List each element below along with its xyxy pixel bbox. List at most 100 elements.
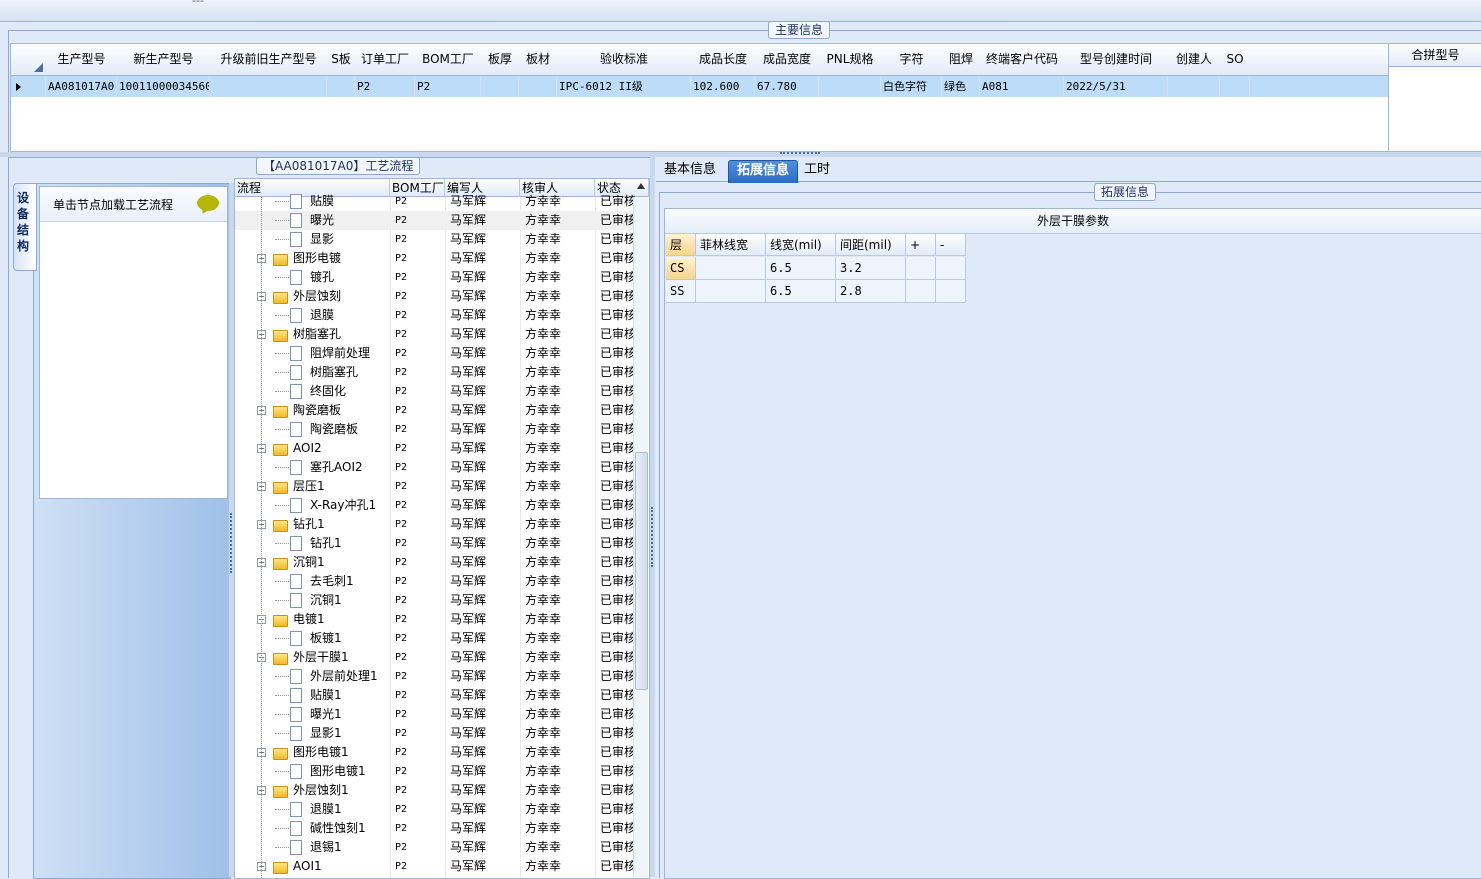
main-info-cell[interactable] bbox=[327, 76, 355, 97]
param-cell[interactable] bbox=[906, 280, 936, 303]
main-info-cell[interactable] bbox=[481, 76, 519, 97]
main-info-cell[interactable]: A081 bbox=[980, 76, 1064, 97]
main-info-cell[interactable]: IPC-6012 II级 bbox=[557, 76, 691, 97]
process-tree-row[interactable]: − AOI2 P2 马军辉 方幸幸 已审核 bbox=[235, 439, 635, 458]
col-header-12[interactable]: 字符 bbox=[881, 44, 943, 76]
process-tree-row[interactable]: − 钻孔1 P2 马军辉 方幸幸 已审核 bbox=[235, 515, 635, 534]
process-tree-row[interactable]: 显影1 P2 马军辉 方幸幸 已审核 bbox=[235, 724, 635, 743]
param-cell[interactable]: 6.5 bbox=[766, 280, 836, 303]
col-header-17[interactable]: SO bbox=[1220, 44, 1251, 76]
param-cell[interactable]: CS bbox=[666, 257, 696, 280]
col-header-4[interactable]: 订单工厂 bbox=[355, 44, 416, 76]
row-selector[interactable] bbox=[11, 76, 46, 97]
main-info-cell[interactable]: 2022/5/31 bbox=[1064, 76, 1168, 97]
process-tree-row[interactable]: 贴膜 P2 马军辉 方幸幸 已审核 bbox=[235, 192, 635, 211]
param-cell[interactable]: 6.5 bbox=[766, 257, 836, 280]
process-tree-row[interactable]: 显影 P2 马军辉 方幸幸 已审核 bbox=[235, 230, 635, 249]
col-header-6[interactable]: 板厚 bbox=[481, 44, 520, 76]
main-info-cell[interactable]: 绿色 bbox=[942, 76, 980, 97]
main-info-cell[interactable] bbox=[1220, 76, 1250, 97]
main-info-cell[interactable]: 白色字符 bbox=[881, 76, 942, 97]
process-tree-row[interactable]: − 外层蚀刻1 P2 马军辉 方幸幸 已审核 bbox=[235, 781, 635, 800]
process-tree-row[interactable]: 塞孔AOI2 P2 马军辉 方幸幸 已审核 bbox=[235, 458, 635, 477]
param-cell[interactable]: 2.8 bbox=[836, 280, 906, 303]
tab-basic-info[interactable]: 基本信息 bbox=[660, 160, 720, 182]
process-tree-row[interactable]: X-Ray冲孔1 P2 马军辉 方幸幸 已审核 bbox=[235, 496, 635, 515]
process-tree-row[interactable]: 板镀1 P2 马军辉 方幸幸 已审核 bbox=[235, 629, 635, 648]
process-tree-row[interactable]: 曝光 P2 马军辉 方幸幸 已审核 bbox=[235, 211, 635, 230]
process-tree-row[interactable]: 去毛刺1 P2 马军辉 方幸幸 已审核 bbox=[235, 572, 635, 591]
param-header-5[interactable]: - bbox=[936, 234, 966, 256]
process-tree-row[interactable]: − 外层干膜1 P2 马军辉 方幸幸 已审核 bbox=[235, 648, 635, 667]
col-header-9[interactable]: 成品长度 bbox=[691, 44, 756, 76]
col-header-10[interactable]: 成品宽度 bbox=[755, 44, 820, 76]
tab-extension-info[interactable]: 拓展信息 bbox=[728, 160, 798, 183]
col-header-16[interactable]: 创建人 bbox=[1168, 44, 1221, 76]
main-info-cell[interactable] bbox=[819, 76, 881, 97]
process-tree-row[interactable]: − 树脂塞孔 P2 马军辉 方幸幸 已审核 bbox=[235, 325, 635, 344]
param-cell[interactable]: SS bbox=[666, 280, 696, 303]
process-tree-row[interactable]: − 层压1 P2 马军辉 方幸幸 已审核 bbox=[235, 477, 635, 496]
process-tree-row[interactable]: 退膜 P2 马军辉 方幸幸 已审核 bbox=[235, 306, 635, 325]
param-header-4[interactable]: + bbox=[906, 234, 936, 256]
main-info-cell[interactable] bbox=[519, 76, 557, 97]
main-info-cell[interactable]: P2 bbox=[415, 76, 481, 97]
process-tree-row[interactable]: 钻孔1 P2 马军辉 方幸幸 已审核 bbox=[235, 534, 635, 553]
process-tree-row[interactable]: 贴膜1 P2 马军辉 方幸幸 已审核 bbox=[235, 686, 635, 705]
param-cell[interactable] bbox=[696, 257, 766, 280]
process-tree-row[interactable]: − AOI1 P2 马军辉 方幸幸 已审核 bbox=[235, 857, 635, 876]
process-tree-row[interactable]: 外层前处理1 P2 马军辉 方幸幸 已审核 bbox=[235, 667, 635, 686]
main-info-cell[interactable]: AA081017A0 bbox=[46, 76, 117, 97]
process-tree-row[interactable]: − 沉铜1 P2 马军辉 方幸幸 已审核 bbox=[235, 553, 635, 572]
col-header-13[interactable]: 阻焊 bbox=[942, 44, 981, 76]
param-cell[interactable] bbox=[936, 257, 966, 280]
col-header-0[interactable]: 生产型号 bbox=[46, 44, 118, 76]
process-tree-grid[interactable]: 流程 BOM工厂 编写人 核审人 状态 贴膜 P2 马军辉 方幸幸 已审核 曝光 P2 马军辉… bbox=[234, 178, 650, 879]
merged-model-grid[interactable]: 合拼型号 bbox=[1388, 43, 1481, 152]
process-tree-row[interactable]: 退锡1 P2 马军辉 方幸幸 已审核 bbox=[235, 838, 635, 857]
process-tree-row[interactable]: 镀孔 P2 马军辉 方幸幸 已审核 bbox=[235, 268, 635, 287]
process-tree-row[interactable]: 阻焊前处理 P2 马军辉 方幸幸 已审核 bbox=[235, 344, 635, 363]
process-tree-row[interactable]: − 图形电镀 P2 马军辉 方幸幸 已审核 bbox=[235, 249, 635, 268]
main-info-cell[interactable]: P2 bbox=[355, 76, 415, 97]
load-process-box[interactable]: 单击节点加载工艺流程 bbox=[39, 186, 228, 499]
process-tree-scrollbar[interactable] bbox=[633, 183, 648, 877]
speech-bubble-icon[interactable] bbox=[197, 195, 219, 211]
process-tree-row[interactable]: 退膜1 P2 马军辉 方幸幸 已审核 bbox=[235, 800, 635, 819]
main-info-grid[interactable]: 生产型号 AA081017A0 新生产型号 10011000034560 升级前旧生产型… bbox=[10, 43, 1390, 152]
col-header-1[interactable]: 新生产型号 bbox=[117, 44, 211, 76]
process-tree-row[interactable]: 碱性蚀刻1 P2 马军辉 方幸幸 已审核 bbox=[235, 819, 635, 838]
main-info-cell[interactable]: 67.780 bbox=[755, 76, 819, 97]
col-header-11[interactable]: PNL规格 bbox=[819, 44, 882, 76]
col-header-8[interactable]: 验收标准 bbox=[557, 44, 692, 76]
main-info-cell[interactable] bbox=[1168, 76, 1220, 97]
scroll-thumb[interactable] bbox=[635, 452, 648, 690]
col-header-14[interactable]: 终端客户代码 bbox=[980, 44, 1065, 76]
process-tree-row[interactable]: 图形电镀1 P2 马军辉 方幸幸 已审核 bbox=[235, 762, 635, 781]
process-tree-row[interactable]: 陶瓷磨板 P2 马军辉 方幸幸 已审核 bbox=[235, 420, 635, 439]
col-header-7[interactable]: 板材 bbox=[519, 44, 558, 76]
main-info-cell[interactable]: 102.600 bbox=[691, 76, 755, 97]
middle-vertical-splitter[interactable] bbox=[650, 157, 655, 877]
param-cell[interactable] bbox=[696, 280, 766, 303]
main-info-cell[interactable]: 10011000034560 bbox=[117, 76, 210, 97]
process-tree-row[interactable]: − 陶瓷磨板 P2 马军辉 方幸幸 已审核 bbox=[235, 401, 635, 420]
process-tree-row[interactable]: 曝光1 P2 马军辉 方幸幸 已审核 bbox=[235, 705, 635, 724]
process-tree-row[interactable]: − 电镀1 P2 马军辉 方幸幸 已审核 bbox=[235, 610, 635, 629]
tab-work-hours[interactable]: 工时 bbox=[800, 160, 834, 182]
main-info-cell[interactable] bbox=[210, 76, 327, 97]
param-cell[interactable]: 3.2 bbox=[836, 257, 906, 280]
param-cell[interactable] bbox=[906, 257, 936, 280]
process-tree-row[interactable]: 树脂塞孔 P2 马军辉 方幸幸 已审核 bbox=[235, 363, 635, 382]
col-header-5[interactable]: BOM工厂 bbox=[415, 44, 482, 76]
scroll-up-icon[interactable] bbox=[637, 183, 645, 189]
col-header-2[interactable]: 升级前旧生产型号 bbox=[210, 44, 328, 76]
tab-equipment-structure[interactable]: 设备结构 bbox=[13, 183, 37, 271]
process-tree-row[interactable]: − 外层蚀刻 P2 马军辉 方幸幸 已审核 bbox=[235, 287, 635, 306]
col-header-15[interactable]: 型号创建时间 bbox=[1064, 44, 1169, 76]
process-tree-row[interactable]: 沉铜1 P2 马军辉 方幸幸 已审核 bbox=[235, 591, 635, 610]
param-cell[interactable] bbox=[936, 280, 966, 303]
process-tree-row[interactable]: 终固化 P2 马军辉 方幸幸 已审核 bbox=[235, 382, 635, 401]
col-header-3[interactable]: S板 bbox=[327, 44, 356, 76]
process-tree-row[interactable]: − 图形电镀1 P2 马军辉 方幸幸 已审核 bbox=[235, 743, 635, 762]
